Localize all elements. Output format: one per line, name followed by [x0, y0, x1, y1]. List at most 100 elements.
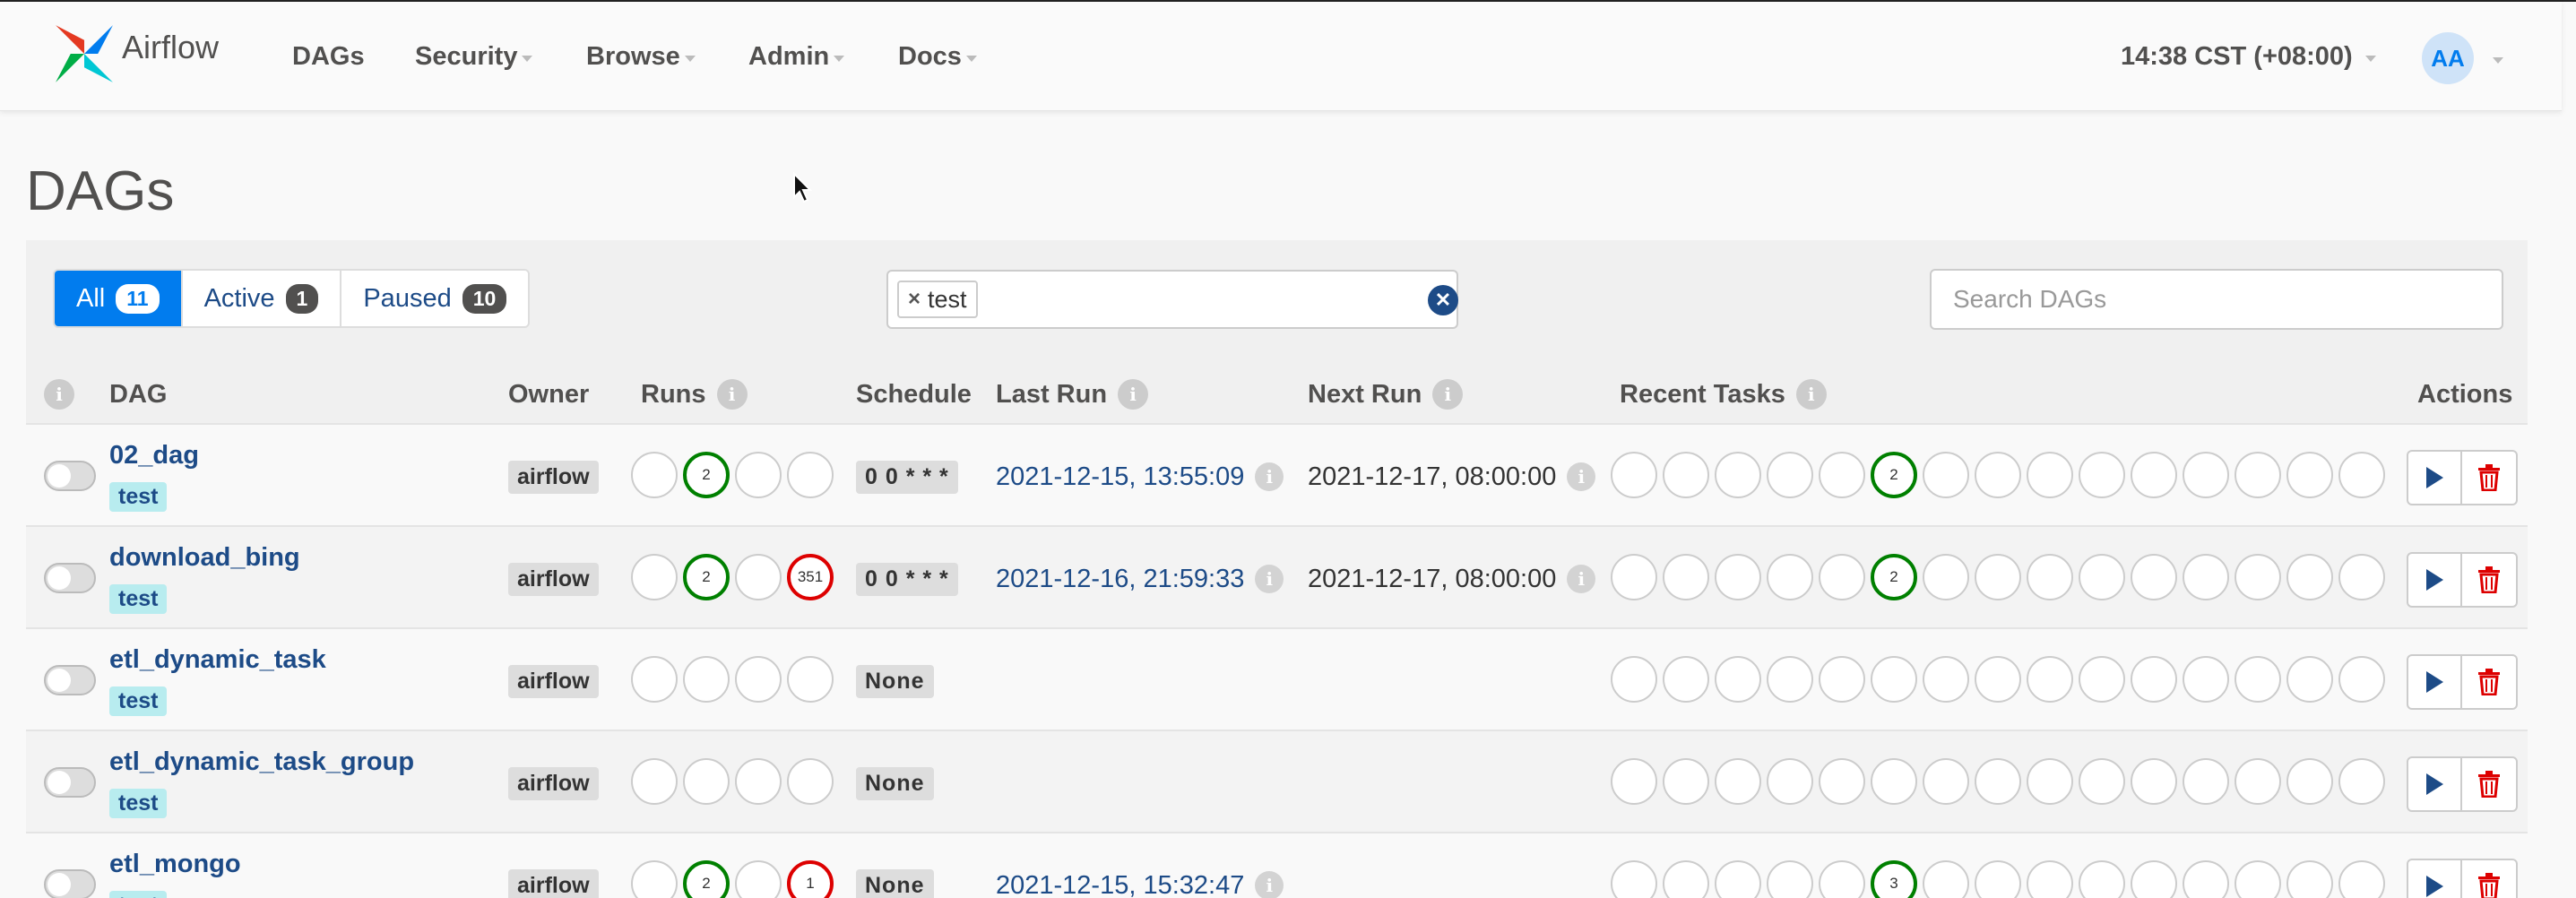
task-state-circle[interactable]: [1767, 758, 1813, 805]
task-state-circle[interactable]: [1819, 656, 1865, 703]
dag-link[interactable]: etl_dynamic_task_group: [109, 747, 414, 777]
task-state-circle[interactable]: [1663, 758, 1709, 805]
task-state-circle[interactable]: [1975, 554, 2021, 600]
trigger-dag-button[interactable]: [2407, 552, 2462, 608]
task-state-circle[interactable]: [1923, 554, 1969, 600]
task-state-circle[interactable]: [2235, 452, 2281, 498]
last-run-link[interactable]: 2021-12-15, 13:55:09: [996, 462, 1244, 492]
run-state-circle[interactable]: [631, 758, 678, 805]
info-icon[interactable]: i: [1255, 462, 1284, 491]
schedule-badge[interactable]: None: [856, 665, 934, 698]
dag-tag[interactable]: test: [109, 686, 168, 716]
header-dag[interactable]: DAG: [109, 376, 167, 412]
info-icon[interactable]: i: [1795, 379, 1827, 410]
task-state-circle[interactable]: [2338, 758, 2385, 805]
pause-toggle[interactable]: [44, 665, 96, 695]
task-state-circle[interactable]: [2131, 656, 2177, 703]
pause-toggle[interactable]: [44, 869, 96, 898]
task-state-circle[interactable]: [2131, 860, 2177, 898]
run-state-circle[interactable]: [683, 758, 730, 805]
delete-dag-button[interactable]: [2462, 552, 2518, 608]
task-state-circle[interactable]: [1611, 656, 1657, 703]
pause-toggle[interactable]: [44, 563, 96, 593]
header-owner[interactable]: Owner: [508, 376, 589, 412]
run-state-circle[interactable]: [735, 656, 782, 703]
clear-tags-icon[interactable]: ✕: [1428, 285, 1458, 315]
task-state-circle[interactable]: [1767, 554, 1813, 600]
run-state-circle[interactable]: [787, 758, 834, 805]
dag-tag[interactable]: test: [109, 482, 168, 512]
task-state-circle[interactable]: [1767, 860, 1813, 898]
run-state-circle[interactable]: [735, 554, 782, 600]
task-state-circle[interactable]: [1871, 758, 1917, 805]
task-state-circle[interactable]: [1923, 452, 1969, 498]
task-state-circle[interactable]: [2235, 758, 2281, 805]
caret-down-icon[interactable]: [2493, 57, 2503, 64]
run-state-circle[interactable]: 2: [683, 554, 730, 600]
nav-docs[interactable]: Docs: [898, 39, 977, 73]
tab-paused[interactable]: Paused 10: [341, 271, 529, 326]
trigger-dag-button[interactable]: [2407, 756, 2462, 812]
task-state-circle[interactable]: [2027, 860, 2073, 898]
run-state-circle[interactable]: 1: [787, 860, 834, 898]
run-state-circle[interactable]: [683, 656, 730, 703]
task-state-circle[interactable]: [1663, 656, 1709, 703]
task-state-circle[interactable]: [2235, 554, 2281, 600]
delete-dag-button[interactable]: [2462, 450, 2518, 505]
last-run-link[interactable]: 2021-12-16, 21:59:33: [996, 565, 1244, 594]
task-state-circle[interactable]: [2286, 860, 2333, 898]
owner-badge[interactable]: airflow: [508, 461, 599, 494]
run-state-circle[interactable]: [787, 656, 834, 703]
last-run-link[interactable]: 2021-12-15, 15:32:47: [996, 871, 1244, 898]
task-state-circle[interactable]: [1975, 860, 2021, 898]
dag-link[interactable]: download_bing: [109, 543, 300, 573]
task-state-circle[interactable]: [1975, 452, 2021, 498]
run-state-circle[interactable]: 2: [683, 860, 730, 898]
task-state-circle[interactable]: [2286, 554, 2333, 600]
run-state-circle[interactable]: 351: [787, 554, 834, 600]
task-state-circle[interactable]: [2079, 554, 2125, 600]
task-state-circle[interactable]: [1975, 758, 2021, 805]
delete-dag-button[interactable]: [2462, 654, 2518, 710]
task-state-circle[interactable]: [1819, 452, 1865, 498]
info-icon[interactable]: i: [1567, 565, 1596, 593]
nav-dags[interactable]: DAGs: [292, 39, 365, 73]
dag-tag[interactable]: test: [109, 789, 168, 818]
run-state-circle[interactable]: [631, 860, 678, 898]
task-state-circle[interactable]: [2079, 452, 2125, 498]
task-state-circle[interactable]: [2183, 860, 2229, 898]
task-state-circle[interactable]: [2338, 554, 2385, 600]
task-state-circle[interactable]: [1871, 656, 1917, 703]
task-state-circle[interactable]: [2027, 452, 2073, 498]
task-state-circle[interactable]: [2079, 758, 2125, 805]
dag-link[interactable]: etl_mongo: [109, 850, 241, 879]
task-state-circle[interactable]: [2235, 656, 2281, 703]
dag-tag[interactable]: test: [109, 584, 168, 614]
run-state-circle[interactable]: [735, 758, 782, 805]
task-state-circle[interactable]: [1715, 860, 1761, 898]
schedule-badge[interactable]: 0 0 * * *: [856, 563, 958, 596]
task-state-circle[interactable]: [1975, 656, 2021, 703]
tab-active[interactable]: Active 1: [182, 271, 342, 326]
task-state-circle[interactable]: [1611, 860, 1657, 898]
nav-security[interactable]: Security: [415, 39, 533, 73]
tab-all[interactable]: All 11: [55, 271, 183, 326]
task-state-circle[interactable]: [1767, 656, 1813, 703]
timezone-dropdown[interactable]: 14:38 CST (+08:00): [2121, 39, 2376, 73]
schedule-badge[interactable]: 0 0 * * *: [856, 461, 958, 494]
task-state-circle[interactable]: [1611, 554, 1657, 600]
task-state-circle[interactable]: [2183, 452, 2229, 498]
info-icon[interactable]: i: [1118, 379, 1149, 410]
dag-link[interactable]: 02_dag: [109, 441, 199, 471]
task-state-circle[interactable]: 2: [1871, 554, 1917, 600]
pause-toggle[interactable]: [44, 767, 96, 798]
run-state-circle[interactable]: [631, 554, 678, 600]
pause-toggle[interactable]: [44, 461, 96, 491]
task-state-circle[interactable]: [2183, 554, 2229, 600]
task-state-circle[interactable]: [2131, 554, 2177, 600]
search-dags-input[interactable]: [1930, 269, 2503, 330]
task-state-circle[interactable]: [2027, 656, 2073, 703]
tag-filter-input[interactable]: × test ✕: [886, 270, 1458, 329]
task-state-circle[interactable]: [2131, 758, 2177, 805]
task-state-circle[interactable]: [2235, 860, 2281, 898]
